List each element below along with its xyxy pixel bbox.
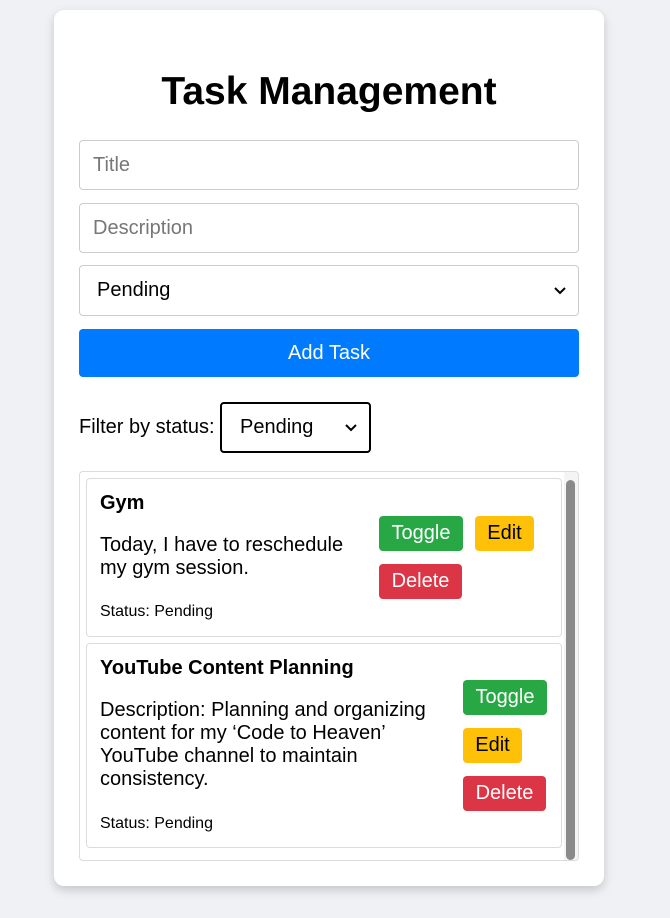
task-status: Status: Pending [100, 815, 213, 832]
scrollbar-thumb[interactable] [566, 480, 575, 860]
task-description-line: consistency. [100, 768, 209, 790]
task-title: YouTube Content Planning [100, 657, 354, 679]
delete-button[interactable]: Delete [463, 776, 546, 811]
task-title: Gym [100, 492, 145, 514]
task-description-line: content for my ‘Code to Heaven’ [100, 722, 386, 744]
description-input[interactable] [79, 203, 579, 253]
task-description-line: Today, I have to reschedule [100, 534, 344, 556]
scrollbar[interactable] [564, 472, 578, 860]
chevron-down-icon [345, 423, 357, 431]
task-list: Gym Today, I have to reschedule my gym s… [79, 471, 579, 861]
chevron-down-icon [554, 286, 566, 294]
task-description: Today, I have to reschedule my gym sessi… [100, 534, 343, 580]
add-task-button[interactable]: Add Task [79, 329, 579, 377]
task-status: Status: Pending [100, 603, 213, 620]
status-select[interactable]: Pending [79, 265, 579, 316]
list-item: YouTube Content Planning Description: Pl… [86, 643, 562, 848]
task-management-card: Task Management Pending Add Task Filter … [54, 10, 604, 886]
task-description-line: Description: Planning and organizing [100, 699, 426, 721]
filter-label: Filter by status: [79, 416, 215, 438]
filter-select-value: Pending [240, 416, 314, 438]
filter-status-select[interactable]: Pending [220, 402, 371, 453]
delete-button[interactable]: Delete [379, 564, 462, 599]
page-title: Task Management [161, 70, 497, 113]
toggle-button[interactable]: Toggle [379, 516, 463, 551]
toggle-button[interactable]: Toggle [463, 680, 547, 715]
task-description-line: YouTube channel to maintain [100, 745, 358, 767]
edit-button[interactable]: Edit [475, 516, 534, 551]
task-description-line: my gym session. [100, 557, 249, 579]
task-description: Description: Planning and organizing con… [100, 699, 426, 791]
title-input[interactable] [79, 140, 579, 190]
edit-button[interactable]: Edit [463, 728, 522, 763]
list-item: Gym Today, I have to reschedule my gym s… [86, 478, 562, 637]
status-select-value: Pending [97, 279, 171, 301]
